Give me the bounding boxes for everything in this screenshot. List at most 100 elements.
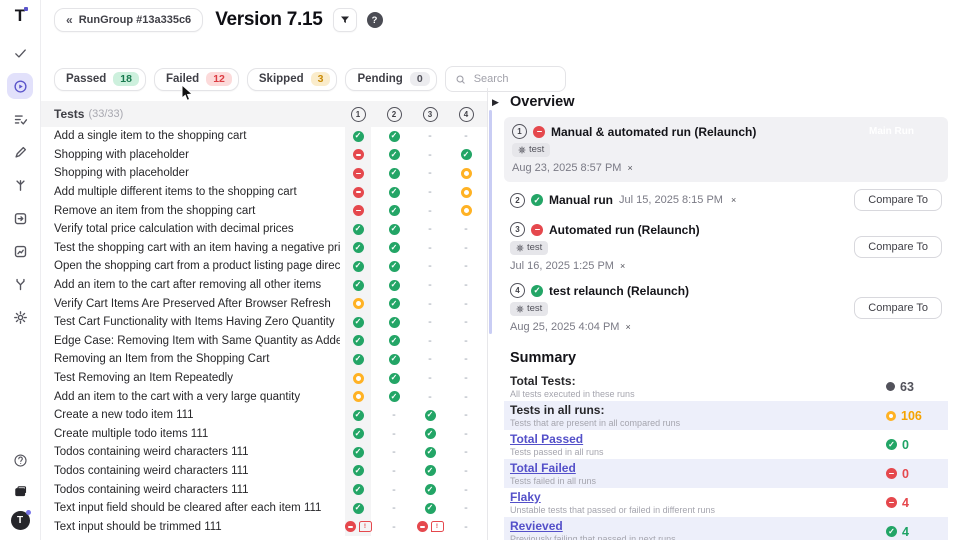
status-skipped-icon [461,205,472,216]
compare-to-button[interactable]: Compare To [854,189,942,211]
status-none: - [428,279,432,291]
sidebar-item-help[interactable] [9,449,31,471]
table-row[interactable]: Add multiple different items to the shop… [40,183,488,202]
table-row[interactable]: Create multiple todo items 111✓-✓- [40,425,488,444]
summary-label[interactable]: Total Passed [510,432,886,446]
table-row[interactable]: Test the shopping cart with an item havi… [40,239,488,258]
compare-to-button[interactable]: Compare To [854,236,942,258]
status-passed-icon: ✓ [425,447,436,458]
run-failed-icon [533,126,545,138]
sidebar-item-play[interactable] [7,73,33,99]
table-row[interactable]: Create a new todo item 111✓-✓- [40,406,488,425]
test-name: Add multiple different items to the shop… [54,186,340,198]
table-row[interactable]: Verify total price calculation with deci… [40,220,488,239]
filter-chip-failed[interactable]: Failed12 [154,68,239,91]
table-row[interactable]: Todos containing weird characters 111✓-✓… [40,480,488,499]
table-row[interactable]: Remove an item from the shopping cart✓- [40,201,488,220]
sidebar-item-route[interactable] [7,172,33,198]
avatar[interactable]: T [11,511,30,530]
sidebar-item-fork[interactable] [7,271,33,297]
summary-label[interactable]: Total Failed [510,461,886,475]
status-passed-icon: ✓ [353,465,364,476]
test-name: Verify total price calculation with deci… [54,223,340,235]
status-none: - [428,260,432,272]
compare-to-button[interactable]: Compare To [854,297,942,319]
comment-icon[interactable]: ! [431,521,444,532]
status-none: - [464,484,468,496]
table-row[interactable]: Open the shopping cart from a product li… [40,257,488,276]
tests-title: Tests [54,107,84,121]
status-cell: - [376,443,412,462]
status-passed-icon: ✓ [389,354,400,365]
status-cell: - [376,406,412,425]
status-none: - [464,242,468,254]
table-row[interactable]: Text input field should be cleared after… [40,499,488,518]
help-button[interactable]: ? [367,12,383,28]
summary-label[interactable]: Revieved [510,519,886,533]
test-name: Remove an item from the shopping cart [54,205,340,217]
status-cell: ✓ [340,425,376,444]
remove-run-icon[interactable]: × [625,322,630,332]
table-row[interactable]: Add an item to the cart after removing a… [40,276,488,295]
run-tag[interactable]: test [510,302,548,316]
status-passed-icon: ✓ [389,391,400,402]
filter-chip-pending[interactable]: Pending0 [345,68,436,91]
overview-run-item: 1Manual & automated run (Relaunch)Main R… [504,117,948,182]
status-cell: - [412,387,448,406]
run-tag[interactable]: test [512,143,550,157]
table-row[interactable]: Edge Case: Removing Item with Same Quant… [40,332,488,351]
status-cell: - [412,294,448,313]
app-logo[interactable]: T [15,7,25,24]
back-to-rungroup-button[interactable]: « RunGroup #13a335c6 [54,8,203,32]
table-row[interactable]: Text input should be trimmed 111!-!- [40,517,488,536]
table-row[interactable]: Shopping with placeholder✓- [40,164,488,183]
status-cell: - [448,517,484,536]
table-row[interactable]: Todos containing weird characters 111✓-✓… [40,462,488,481]
summary-label[interactable]: Flaky [510,490,886,504]
status-passed-icon: ✓ [353,428,364,439]
status-passed-icon: ✓ [425,484,436,495]
sidebar: T T [0,0,41,540]
sidebar-item-pen[interactable] [7,139,33,165]
table-row[interactable]: Shopping with placeholder✓-✓ [40,146,488,165]
filter-chip-skipped[interactable]: Skipped3 [247,68,338,91]
table-row[interactable]: Verify Cart Items Are Preserved After Br… [40,294,488,313]
run-tag[interactable]: test [510,241,548,255]
circled-number-icon: 3 [423,107,438,122]
summary-desc: Tests failed in all runs [510,476,886,486]
summary-row: Tests in all runs:Tests that are present… [504,401,948,430]
sidebar-item-import[interactable] [7,205,33,231]
table-row[interactable]: Test Cart Functionality with Items Havin… [40,313,488,332]
table-row[interactable]: Test Removing an Item Repeatedly✓-- [40,369,488,388]
import-icon [13,211,28,226]
sidebar-item-check[interactable] [7,40,33,66]
sidebar-item-list-check[interactable] [7,106,33,132]
test-name: Open the shopping cart from a product li… [54,260,340,272]
table-row[interactable]: Todos containing weird characters 111✓-✓… [40,443,488,462]
status-cell: ✓ [376,127,412,146]
remove-run-icon[interactable]: × [620,261,625,271]
test-name: Create multiple todo items 111 [54,428,340,440]
table-row[interactable]: Removing an Item from the Shopping Cart✓… [40,350,488,369]
status-cell: ✓ [376,239,412,258]
check-green-icon: ✓ [886,439,897,450]
chip-count-badge: 12 [206,72,232,86]
status-cell: ✓ [376,276,412,295]
sidebar-item-gear[interactable] [7,304,33,330]
status-passed-icon: ✓ [353,224,364,235]
table-row[interactable]: Add a single item to the shopping cart✓✓… [40,127,488,146]
status-passed-icon: ✓ [353,503,364,514]
filter-chip-passed[interactable]: Passed18 [54,68,146,91]
comment-icon[interactable]: ! [359,521,372,532]
back-label: RunGroup #13a335c6 [79,14,192,26]
table-row[interactable]: Add an item to the cart with a very larg… [40,387,488,406]
test-name: Text input field should be cleared after… [54,502,340,514]
summary-desc: Unstable tests that passed or failed in … [510,505,886,515]
status-cell: ✓ [340,257,376,276]
sidebar-item-chart[interactable] [7,238,33,264]
remove-run-icon[interactable]: × [731,195,736,205]
sidebar-item-docs[interactable] [9,480,31,502]
remove-run-icon[interactable]: × [627,163,632,173]
filter-button[interactable] [333,8,357,32]
status-none: - [464,428,468,440]
